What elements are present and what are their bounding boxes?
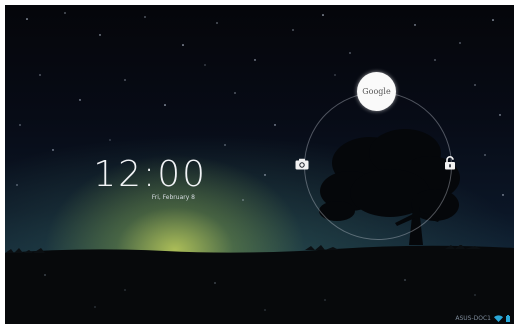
google-label: Google [362, 87, 391, 96]
wifi-icon [494, 315, 503, 322]
unlock-ring[interactable] [304, 92, 452, 240]
status-bar: ASUS-DOC1 [455, 315, 510, 322]
lockscreen-date: Fri, February 8 [151, 194, 195, 201]
google-search-target[interactable]: Google [357, 72, 396, 111]
battery-icon [506, 315, 510, 322]
device-name: ASUS-DOC1 [455, 315, 491, 322]
lockscreen: 12:00 Fri, February 8 Google ASUS-DOC1 [5, 5, 514, 324]
lockscreen-clock: 12:00 [93, 154, 207, 195]
hillside-ground [5, 245, 514, 324]
unlock-icon[interactable] [444, 156, 456, 170]
camera-icon[interactable] [295, 158, 309, 170]
